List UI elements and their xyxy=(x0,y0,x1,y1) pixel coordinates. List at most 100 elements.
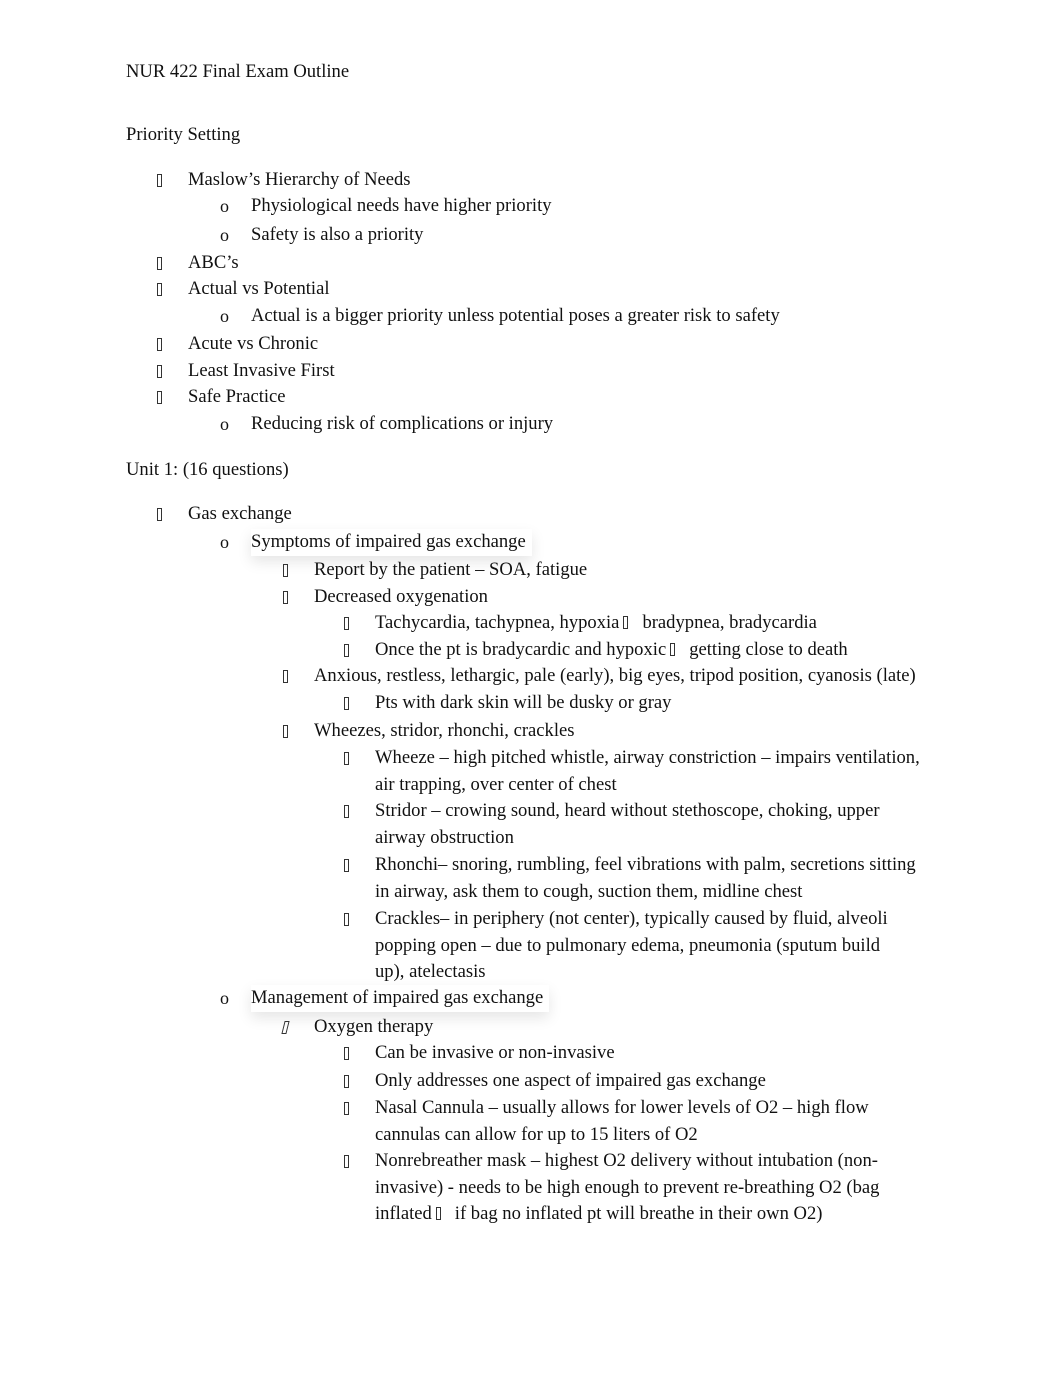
circle-bullet-icon: o xyxy=(220,196,229,216)
list-item: Wheezes, stridor, rhonchi, crackles xyxy=(283,718,575,745)
missing-glyph-bullet-icon xyxy=(157,276,171,303)
list-item: Gas exchange xyxy=(157,501,292,528)
list-item-text-line: in airway, ask them to cough, suction th… xyxy=(375,880,803,902)
list-item: Report by the patient – SOA, fatigue xyxy=(283,557,588,584)
list-item: o Reducing risk of complications or inju… xyxy=(220,411,554,438)
missing-glyph-bullet-icon xyxy=(344,1095,358,1122)
list-item-text: Anxious, restless, lethargic, pale (earl… xyxy=(314,665,916,686)
list-item-text: Oxygen therapy xyxy=(314,1016,434,1037)
missing-glyph-bullet-icon xyxy=(283,718,297,745)
document-page: NUR 422 Final Exam Outline Priority Sett… xyxy=(0,0,1062,1377)
list-item: Nonrebreather mask – highest O2 delivery… xyxy=(344,1148,945,1228)
missing-glyph-bullet-icon xyxy=(344,610,358,637)
list-item: o Symptoms of impaired gas exchange xyxy=(220,529,532,556)
list-item-text: Maslow’s Hierarchy of Needs xyxy=(188,169,411,190)
missing-glyph-bullet-icon xyxy=(283,663,297,690)
list-item-text-line: air trapping, over center of chest xyxy=(375,773,617,795)
list-item-text: Physiological needs have higher priority xyxy=(251,195,552,216)
missing-glyph-bullet-icon xyxy=(344,906,358,933)
text-after-arrow: bradypnea, bradycardia xyxy=(642,612,817,633)
list-item: Only addresses one aspect of impaired ga… xyxy=(344,1068,945,1095)
list-item-text: Only addresses one aspect of impaired ga… xyxy=(375,1070,766,1091)
list-item: Maslow’s Hierarchy of Needs xyxy=(157,167,411,194)
missing-glyph-bullet-icon xyxy=(344,690,358,717)
list-item-text-line: invasive) - needs to be high enough to p… xyxy=(375,1176,880,1198)
list-item-text: Actual is a bigger priority unless poten… xyxy=(251,305,780,326)
list-item-text: Report by the patient – SOA, fatigue xyxy=(314,559,588,580)
missing-glyph-bullet-icon xyxy=(157,501,171,528)
list-item: Pts with dark skin will be dusky or gray xyxy=(344,690,945,717)
missing-glyph-bullet-icon xyxy=(344,1068,358,1095)
list-item: Can be invasive or non-invasive xyxy=(344,1040,945,1067)
missing-glyph-bullet-icon xyxy=(157,331,171,358)
missing-glyph-bullet-icon xyxy=(344,852,358,879)
list-item: Acute vs Chronic xyxy=(157,331,319,358)
list-item: o Physiological needs have higher priori… xyxy=(220,193,552,220)
section-heading-priority-setting: Priority Setting xyxy=(126,124,241,145)
list-item: ABC’s xyxy=(157,250,239,277)
list-item-text: Can be invasive or non-invasive xyxy=(375,1042,615,1063)
circle-bullet-icon: o xyxy=(220,225,229,245)
list-item-text-line: popping open – due to pulmonary edema, p… xyxy=(375,934,881,956)
list-item-text-line: Rhonchi– snoring, rumbling, feel vibrati… xyxy=(375,854,916,875)
text-after-arrow: getting close to death xyxy=(689,639,848,660)
arrow-right-icon xyxy=(435,1207,441,1221)
text-after-arrow: if bag no inflated pt will breathe in th… xyxy=(454,1203,823,1225)
missing-glyph-bullet-icon xyxy=(344,637,358,664)
list-item: Anxious, restless, lethargic, pale (earl… xyxy=(283,663,916,690)
list-item-text: Pts with dark skin will be dusky or gray xyxy=(375,692,672,713)
text-before-arrow: Tachycardia, tachypnea, hypoxia xyxy=(375,612,620,633)
missing-glyph-bullet-icon xyxy=(157,250,171,277)
missing-glyph-bullet-icon xyxy=(344,1148,358,1175)
text-before-arrow: Once the pt is bradycardic and hypoxic xyxy=(375,639,667,660)
list-item-text-line: Wheeze – high pitched whistle, airway co… xyxy=(375,747,920,768)
list-item: Safe Practice xyxy=(157,384,286,411)
missing-glyph-bullet-icon xyxy=(283,557,297,584)
circle-bullet-icon: o xyxy=(220,988,229,1008)
missing-glyph-bullet-icon xyxy=(157,358,171,385)
list-item-text-line: Nasal Cannula – usually allows for lower… xyxy=(375,1097,869,1118)
list-item: o Safety is also a priority xyxy=(220,222,424,249)
section-heading-unit-1: Unit 1: (16 questions) xyxy=(126,459,289,480)
list-item-text-line: Nonrebreather mask – highest O2 delivery… xyxy=(375,1150,878,1171)
missing-glyph-bullet-icon xyxy=(344,1040,358,1067)
arrow-right-icon xyxy=(670,643,676,656)
list-item-text: Symptoms of impaired gas exchange xyxy=(251,529,532,556)
list-item-text: Least Invasive First xyxy=(188,360,335,381)
arrow-right-icon xyxy=(623,616,629,629)
list-item-text: Tachycardia, tachypnea, hypoxia bradypnea… xyxy=(375,610,945,637)
list-item: o Management of impaired gas exchange xyxy=(220,985,549,1012)
circle-bullet-icon: o xyxy=(220,306,229,326)
list-item-text: ABC’s xyxy=(188,252,239,273)
list-item: Once the pt is bradycardic and hypoxic ge… xyxy=(344,637,945,664)
missing-glyph-bullet-icon xyxy=(283,584,297,611)
list-item: Oxygen therapy xyxy=(281,1014,434,1041)
list-item: Wheeze – high pitched whistle, airway co… xyxy=(344,745,945,798)
list-item: Rhonchi– snoring, rumbling, feel vibrati… xyxy=(344,852,945,905)
list-item-text: Decreased oxygenation xyxy=(314,586,488,607)
list-item-text-line: cannulas can allow for up to 15 liters o… xyxy=(375,1123,698,1145)
list-item-text: Wheezes, stridor, rhonchi, crackles xyxy=(314,720,575,741)
list-item-text: Safe Practice xyxy=(188,386,286,407)
list-item-text: Actual vs Potential xyxy=(188,278,330,299)
list-item: Decreased oxygenation xyxy=(283,584,488,611)
text-before-arrow: inflated xyxy=(375,1203,432,1225)
document-title: NUR 422 Final Exam Outline xyxy=(126,61,350,82)
list-item-text-line: inflated if bag no inflated pt will breat… xyxy=(375,1201,945,1228)
list-item: Tachycardia, tachypnea, hypoxia bradypnea… xyxy=(344,610,945,637)
list-item-text-line: Crackles– in periphery (not center), typ… xyxy=(375,908,888,929)
list-item: Stridor – crowing sound, heard without s… xyxy=(344,798,945,851)
list-item-text: Acute vs Chronic xyxy=(188,333,319,354)
list-item: Crackles– in periphery (not center), typ… xyxy=(344,906,945,986)
list-item: o Actual is a bigger priority unless pot… xyxy=(220,303,780,330)
list-item: Nasal Cannula – usually allows for lower… xyxy=(344,1095,945,1148)
list-item-text-line: up), atelectasis xyxy=(375,961,486,983)
list-item-text: Reducing risk of complications or injury xyxy=(251,413,554,434)
list-item-text: Once the pt is bradycardic and hypoxic ge… xyxy=(375,637,945,664)
list-item-text: Gas exchange xyxy=(188,503,292,524)
missing-glyph-bullet-icon xyxy=(344,745,358,772)
list-item: Actual vs Potential xyxy=(157,276,330,303)
list-item: Least Invasive First xyxy=(157,358,335,385)
list-item-text: Safety is also a priority xyxy=(251,224,424,245)
list-item-text-line: Stridor – crowing sound, heard without s… xyxy=(375,800,880,821)
